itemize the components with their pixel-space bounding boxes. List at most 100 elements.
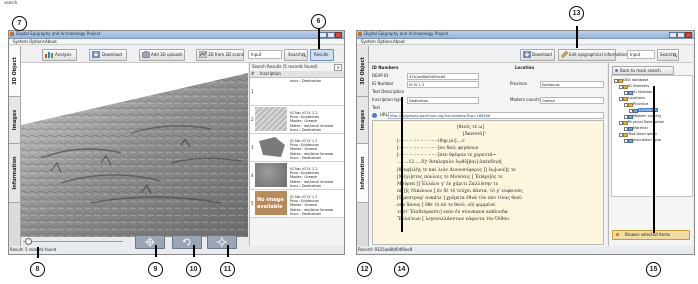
result-thumbnail (255, 135, 287, 159)
left-window-title: Digital Epigraphy and Archaeology Projec… (16, 31, 101, 36)
url-value[interactable]: http://epigraphy.packhum.org/inscription… (390, 114, 490, 118)
results-close-icon[interactable]: × (334, 64, 342, 71)
deap-id-field[interactable]: 47b1ae8bf04f0ec80 (407, 73, 479, 80)
result-row-number: 1 (251, 89, 254, 94)
province-value: Epidauros (542, 82, 560, 87)
ig-number-field[interactable]: IG IV 1 2 (407, 81, 479, 88)
tree-node-label[interactable]: Epidauros (638, 108, 658, 113)
province-field[interactable]: Epidauros (540, 81, 604, 88)
url-field[interactable]: http://epigraphy.packhum.org/inscription… (388, 112, 604, 119)
callout-9-leader (155, 245, 157, 257)
download-button[interactable]: Download (89, 49, 127, 61)
inscription-type-value: Dedication (409, 98, 429, 103)
modern-country-label: Modern country (510, 97, 542, 102)
tab-3d-object-right[interactable]: 3D Object (357, 46, 368, 97)
left-status: Result: 5 records found (10, 247, 57, 252)
inscription-type-field[interactable]: Dedication (407, 97, 479, 104)
callout-8-leader (37, 247, 39, 258)
browse-icon (616, 233, 619, 236)
tree-node-label[interactable]: Province (633, 102, 648, 106)
browse-selected-items-button[interactable]: Browse selected items (612, 230, 690, 240)
callout-12: 12 (357, 262, 372, 277)
result-info: IG No: IG IV 1 2 Prov.: Epidauros Moder.: … (290, 167, 333, 188)
view-rotate-button[interactable] (172, 235, 202, 249)
callout-7: 7 (12, 16, 27, 31)
tab-3d-object[interactable]: 3D Object (9, 46, 20, 97)
greek-text-line: τοῦτ' Ἐπιδεύρασσι] νεὸν ἐν σύννκανα καθλ… (397, 210, 508, 216)
left-toolbar: Analysis Download Add 3D uploads 3D from… (20, 46, 343, 63)
back-to-main-search-button[interactable]: Back to main search (612, 66, 674, 75)
callout-14: 14 (394, 262, 409, 277)
right-download-label: Download (532, 52, 552, 57)
modern-country-field[interactable]: Greece (540, 97, 604, 104)
tab-information[interactable]: Information (9, 144, 20, 203)
right-titlebar: Digital Epigraphy and Archaeology Projec… (357, 31, 694, 39)
result-row[interactable]: 4 IG No: IG IV 1 2 Prov.: Epidauros Moder.:… (250, 162, 344, 190)
3d-surface-render[interactable] (21, 63, 248, 237)
tree-node-label[interactable]: Material (633, 126, 648, 130)
tab-images[interactable]: Images (9, 97, 20, 144)
tree-node-label[interactable]: IG Number (633, 90, 652, 94)
right-search-input[interactable]: Input (627, 50, 655, 59)
greek-text-line: [– – – – – – – – – – –]σεν θρέψαν τε χορ… (397, 153, 497, 159)
greek-text-line: [Ἀκεσσά]¹ (463, 132, 486, 138)
callout-15: 15 (646, 262, 661, 277)
zoom-slider-handle[interactable] (25, 238, 32, 245)
result-row[interactable]: 3 IG No: IG IV 1 2 Prov.: Epidauros Moder.:… (250, 134, 344, 162)
left-search-label: Search (288, 52, 302, 57)
menu-system-options[interactable]: System Options (13, 39, 45, 45)
result-info: Inscr.: Dedication (290, 79, 321, 83)
result-row[interactable]: 5 No image available IG No: IG IV 1 2 Prov.:… (250, 190, 344, 218)
tab-images-right[interactable]: Images (357, 97, 368, 144)
tree-node-label[interactable]: Physical Description (628, 120, 664, 124)
left-search-input-value: Input (251, 51, 262, 57)
right-download-button[interactable]: Download (520, 49, 555, 61)
edit-epigraphical-information-button[interactable]: Edit epigraphical information (558, 49, 627, 61)
maximize-button[interactable] (327, 32, 335, 38)
tree-node-label[interactable]: Locations (628, 96, 645, 100)
left-search-input[interactable]: Input (248, 50, 282, 59)
minimize-button[interactable] (319, 32, 327, 38)
menu-about-right[interactable]: About (393, 39, 405, 45)
right-search-button[interactable]: Search (657, 49, 679, 61)
close-button[interactable] (335, 32, 342, 38)
left-search-button[interactable]: Search (284, 49, 308, 61)
view-settings-button[interactable] (207, 235, 237, 249)
no-image-line-2: available (257, 204, 283, 210)
menu-system-options-right[interactable]: System Options (361, 39, 393, 45)
tree-node-label[interactable]: Inscription type (633, 138, 661, 142)
left-side-tabs: 3D Object Images Information (9, 46, 21, 246)
3d-from-2d-scans-button[interactable]: 3D from 2D scans (196, 49, 244, 61)
close-button-right[interactable] (685, 32, 692, 38)
left-window: Digital Epigraphy and Archaeology Projec… (8, 30, 345, 255)
menu-about[interactable]: About (45, 39, 57, 45)
greek-text-line: οὐν ἄνους [ ὄθε τὸ πὸ τε θεοῦ, οὐὶ φιμμέ… (397, 203, 495, 209)
maximize-button-right[interactable] (677, 32, 685, 38)
download-icon-right (523, 51, 531, 58)
result-info: IG No: IG IV 1 2 Prov.: Epidauros Moder.: … (290, 111, 333, 132)
results-button[interactable]: Results (310, 49, 334, 61)
view-home-button[interactable] (135, 235, 165, 249)
text-area[interactable]: [θεοῖς τέ ω] [Ἀκεσσά]¹ [– – – – – – – – – … (372, 120, 604, 245)
analysis-button[interactable]: Analysis (42, 49, 77, 61)
callout-9: 9 (148, 262, 163, 277)
tree-node-label[interactable]: DEA database (623, 78, 648, 82)
tree-node-label[interactable]: ID Numbers (628, 84, 649, 88)
gear-icon (217, 237, 227, 247)
cube-icon (142, 51, 150, 58)
app-icon-right (358, 32, 362, 36)
greek-text-line: [θεοφ]ιλὴς τε καὶ λιὸν Διονυσόφορος [] ἐ… (397, 167, 516, 173)
zoom-slider[interactable] (23, 241, 123, 242)
tree-node-label[interactable]: Modern country (633, 114, 661, 118)
add-3d-uploads-button[interactable]: Add 3D uploads (139, 49, 185, 61)
result-row[interactable]: 2 IG No: IG IV 1 2 Prov.: Epidauros Moder.:… (250, 106, 344, 134)
results-list: 1 Inscr.: Dedication 2 IG No: IG IV 1 2 Prov… (250, 78, 344, 246)
tab-images-right-label: Images (359, 109, 366, 131)
result-info-line: Inscr.: Dedication (290, 155, 322, 160)
result-row[interactable]: 1 Inscr.: Dedication (250, 78, 344, 106)
result-row-number: 5 (251, 201, 254, 206)
tab-information-right[interactable]: Information (357, 144, 368, 203)
minimize-button-right[interactable] (669, 32, 677, 38)
3d-viewer[interactable] (21, 63, 248, 237)
right-window-title: Digital Epigraphy and Archaeology Projec… (364, 31, 449, 36)
